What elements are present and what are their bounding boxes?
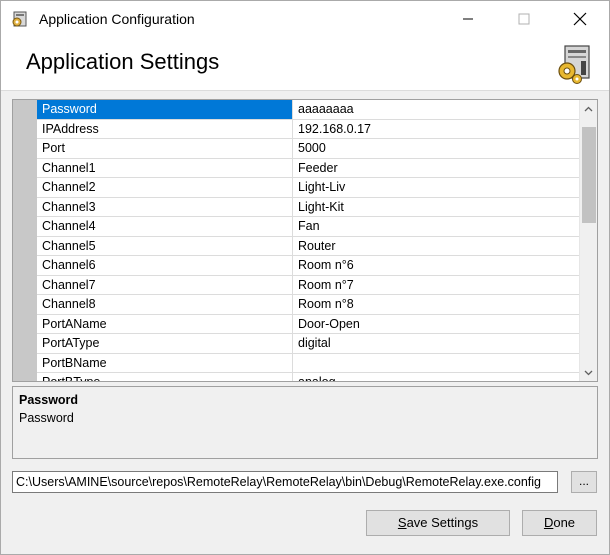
property-name[interactable]: PortAType xyxy=(37,334,293,353)
property-name[interactable]: Channel3 xyxy=(37,197,293,216)
browse-button[interactable]: ... xyxy=(571,471,597,493)
save-settings-button[interactable]: Save Settings xyxy=(366,510,510,536)
config-document-icon xyxy=(555,43,597,85)
property-row-portatype[interactable]: PortAType digital xyxy=(37,334,579,354)
property-value[interactable]: Room n°6 xyxy=(293,256,579,275)
property-row-password[interactable]: Password aaaaaaaa xyxy=(37,100,579,120)
header-band: Application Settings xyxy=(1,37,609,91)
property-row-channel2[interactable]: Channel2 Light-Liv xyxy=(37,178,579,198)
property-name[interactable]: PortBType xyxy=(37,373,293,381)
property-value[interactable]: 192.168.0.17 xyxy=(293,120,579,139)
property-name[interactable]: Channel2 xyxy=(37,178,293,197)
property-row-portaname[interactable]: PortAName Door-Open xyxy=(37,314,579,334)
property-row-port[interactable]: Port 5000 xyxy=(37,139,579,159)
property-grid[interactable]: Password aaaaaaaa IPAddress 192.168.0.17… xyxy=(12,99,598,382)
property-name[interactable]: Channel6 xyxy=(37,256,293,275)
property-row-channel6[interactable]: Channel6 Room n°6 xyxy=(37,256,579,276)
minimize-button[interactable] xyxy=(445,1,491,37)
property-row-portbname[interactable]: PortBName xyxy=(37,353,579,373)
description-title: Password xyxy=(19,393,79,407)
property-row-channel3[interactable]: Channel3 Light-Kit xyxy=(37,197,579,217)
property-value[interactable]: digital xyxy=(293,334,579,353)
property-value[interactable]: aaaaaaaa xyxy=(293,100,579,119)
property-name[interactable]: Channel5 xyxy=(37,236,293,255)
chevron-up-icon xyxy=(584,106,593,111)
property-name[interactable]: Channel4 xyxy=(37,217,293,236)
chevron-down-icon xyxy=(584,370,593,375)
vertical-scrollbar[interactable] xyxy=(579,100,597,381)
property-name[interactable]: PortAName xyxy=(37,314,293,333)
property-row-channel8[interactable]: Channel8 Room n°8 xyxy=(37,295,579,315)
property-value[interactable]: 5000 xyxy=(293,139,579,158)
save-label: ave Settings xyxy=(406,515,479,530)
property-row-ipaddress[interactable]: IPAddress 192.168.0.17 xyxy=(37,119,579,139)
scroll-thumb[interactable] xyxy=(582,127,596,223)
property-value[interactable]: Light-Liv xyxy=(293,178,579,197)
scroll-up-button[interactable] xyxy=(580,100,597,117)
property-grid-rows: Password aaaaaaaa IPAddress 192.168.0.17… xyxy=(37,100,579,381)
property-name[interactable]: Password xyxy=(37,100,293,119)
done-mnemonic: D xyxy=(543,515,554,530)
property-name[interactable]: Channel8 xyxy=(37,295,293,314)
application-configuration-window: Application Configuration Application Se… xyxy=(0,0,610,555)
config-path-field[interactable]: C:\Users\AMINE\source\repos\RemoteRelay\… xyxy=(12,471,558,493)
close-button[interactable] xyxy=(557,1,603,37)
description-text: Password xyxy=(19,411,74,425)
property-value[interactable] xyxy=(293,354,579,373)
title-bar[interactable]: Application Configuration xyxy=(1,1,609,37)
property-grid-gutter xyxy=(13,100,37,381)
close-icon xyxy=(573,12,587,26)
property-row-channel4[interactable]: Channel4 Fan xyxy=(37,217,579,237)
maximize-icon xyxy=(518,13,530,25)
property-value[interactable]: Room n°7 xyxy=(293,276,579,295)
property-value[interactable]: Router xyxy=(293,237,579,256)
property-value[interactable]: Room n°8 xyxy=(293,295,579,314)
done-label: one xyxy=(553,515,576,530)
property-name[interactable]: Channel7 xyxy=(37,275,293,294)
maximize-button[interactable] xyxy=(501,1,547,37)
page-title: Application Settings xyxy=(26,49,220,74)
property-row-portbtype[interactable]: PortBType analog xyxy=(37,373,579,381)
property-value[interactable]: Feeder xyxy=(293,159,579,178)
property-name[interactable]: IPAddress xyxy=(37,119,293,138)
property-row-channel5[interactable]: Channel5 Router xyxy=(37,236,579,256)
property-name[interactable]: PortBName xyxy=(37,353,293,372)
window-title: Application Configuration xyxy=(39,11,195,27)
property-value[interactable]: Fan xyxy=(293,217,579,236)
property-description-pane: Password Password xyxy=(12,386,598,459)
property-name[interactable]: Channel1 xyxy=(37,158,293,177)
property-value[interactable]: Light-Kit xyxy=(293,198,579,217)
property-row-channel1[interactable]: Channel1 Feeder xyxy=(37,158,579,178)
property-name[interactable]: Port xyxy=(37,139,293,158)
save-mnemonic: S xyxy=(397,515,407,530)
done-button[interactable]: Done xyxy=(522,510,597,536)
settings-app-icon xyxy=(11,10,29,28)
minimize-icon xyxy=(463,18,473,20)
property-row-channel7[interactable]: Channel7 Room n°7 xyxy=(37,275,579,295)
scroll-down-button[interactable] xyxy=(580,364,597,381)
property-value[interactable]: Door-Open xyxy=(293,315,579,334)
property-value[interactable]: analog xyxy=(293,373,579,381)
